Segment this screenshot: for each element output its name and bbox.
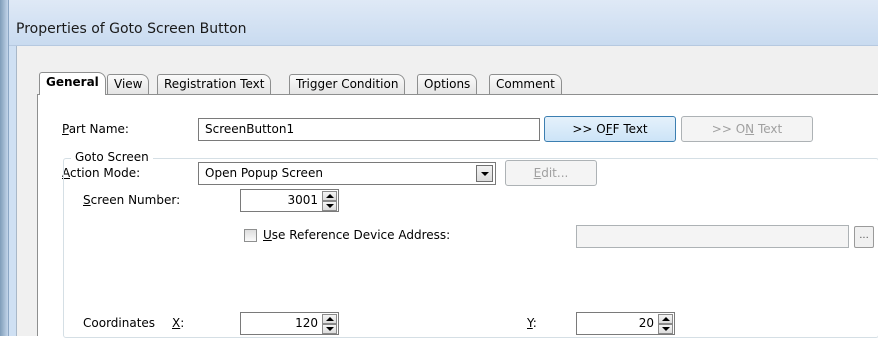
x-coordinate-stepper[interactable]: 120 [240, 312, 339, 335]
background-window-edge [0, 0, 8, 336]
screen-number-label-accel: S [83, 193, 91, 207]
y-coordinate-value: 20 [638, 316, 654, 330]
tab-comment[interactable]: Comment [489, 74, 562, 94]
x-label: X: [172, 316, 184, 330]
y-label: Y: [527, 316, 537, 330]
tab-view-label: View [114, 77, 143, 91]
tab-options[interactable]: Options [417, 74, 478, 94]
use-reference-label-accel: U [263, 228, 272, 242]
tab-trigger-condition-label: Trigger Condition [296, 77, 399, 91]
goto-screen-group [63, 158, 878, 338]
part-name-label-accel: P [62, 122, 69, 136]
use-reference-label[interactable]: Use Reference Device Address: [263, 228, 450, 242]
on-text-button-accel: N [745, 122, 755, 136]
use-reference-label-text: se Reference Device Address: [271, 228, 451, 242]
tab-comment-label: Comment [496, 77, 555, 91]
coordinates-label: Coordinates [83, 316, 156, 330]
off-text-button-accel: F [605, 122, 613, 136]
off-text-button[interactable]: >> OFF Text [544, 116, 676, 142]
x-coordinate-value: 120 [295, 316, 318, 330]
tab-trigger-condition[interactable]: Trigger Condition [289, 74, 406, 94]
spin-down-icon[interactable] [322, 201, 337, 211]
tab-registration-text[interactable]: Registration Text [157, 74, 272, 94]
part-name-label-text: art Name: [68, 122, 129, 136]
spin-down-icon[interactable] [658, 324, 673, 334]
tab-registration-text-label: Registration Text [164, 77, 265, 91]
tab-strip: General View Registration Text Trigger C… [39, 72, 839, 95]
dialog-client-area: General View Registration Text Trigger C… [16, 46, 878, 338]
y-coordinate-stepper[interactable]: 20 [576, 312, 675, 335]
off-text-button-label-b: F Text [612, 122, 648, 136]
spin-up-icon[interactable] [322, 314, 337, 324]
spin-down-icon[interactable] [322, 324, 337, 334]
use-reference-checkbox[interactable] [244, 229, 257, 242]
x-label-text: : [180, 316, 185, 330]
x-label-accel: X [172, 316, 181, 330]
browse-button[interactable]: ... [854, 226, 874, 248]
on-text-button-label-b: Text [754, 122, 783, 136]
tab-options-label: Options [424, 77, 471, 91]
tab-view[interactable]: View [107, 74, 150, 94]
properties-dialog: Properties of Goto Screen Button General… [8, 0, 878, 338]
tab-general-label: General [46, 75, 99, 89]
screen-number-stepper[interactable]: 3001 [240, 189, 339, 212]
on-text-button[interactable]: >> ON Text [681, 116, 813, 142]
screen-number-label-text: creen Number: [90, 193, 181, 207]
tab-general[interactable]: General [39, 72, 106, 95]
part-name-label: Part Name: [62, 122, 129, 136]
goto-screen-group-title: Goto Screen [71, 150, 153, 164]
spin-up-icon[interactable] [658, 314, 673, 324]
y-label-text: : [532, 316, 537, 330]
on-text-button-label-a: >> O [711, 122, 746, 136]
title-bar[interactable]: Properties of Goto Screen Button [9, 0, 878, 46]
off-text-button-label-a: >> O [572, 122, 606, 136]
screen-number-value: 3001 [287, 193, 318, 207]
screen-number-label: Screen Number: [83, 193, 180, 207]
part-name-value: ScreenButton1 [205, 122, 295, 136]
part-name-input[interactable]: ScreenButton1 [198, 118, 540, 141]
spin-up-icon[interactable] [322, 191, 337, 201]
reference-address-field[interactable] [576, 225, 849, 248]
window-title: Properties of Goto Screen Button [16, 21, 247, 37]
